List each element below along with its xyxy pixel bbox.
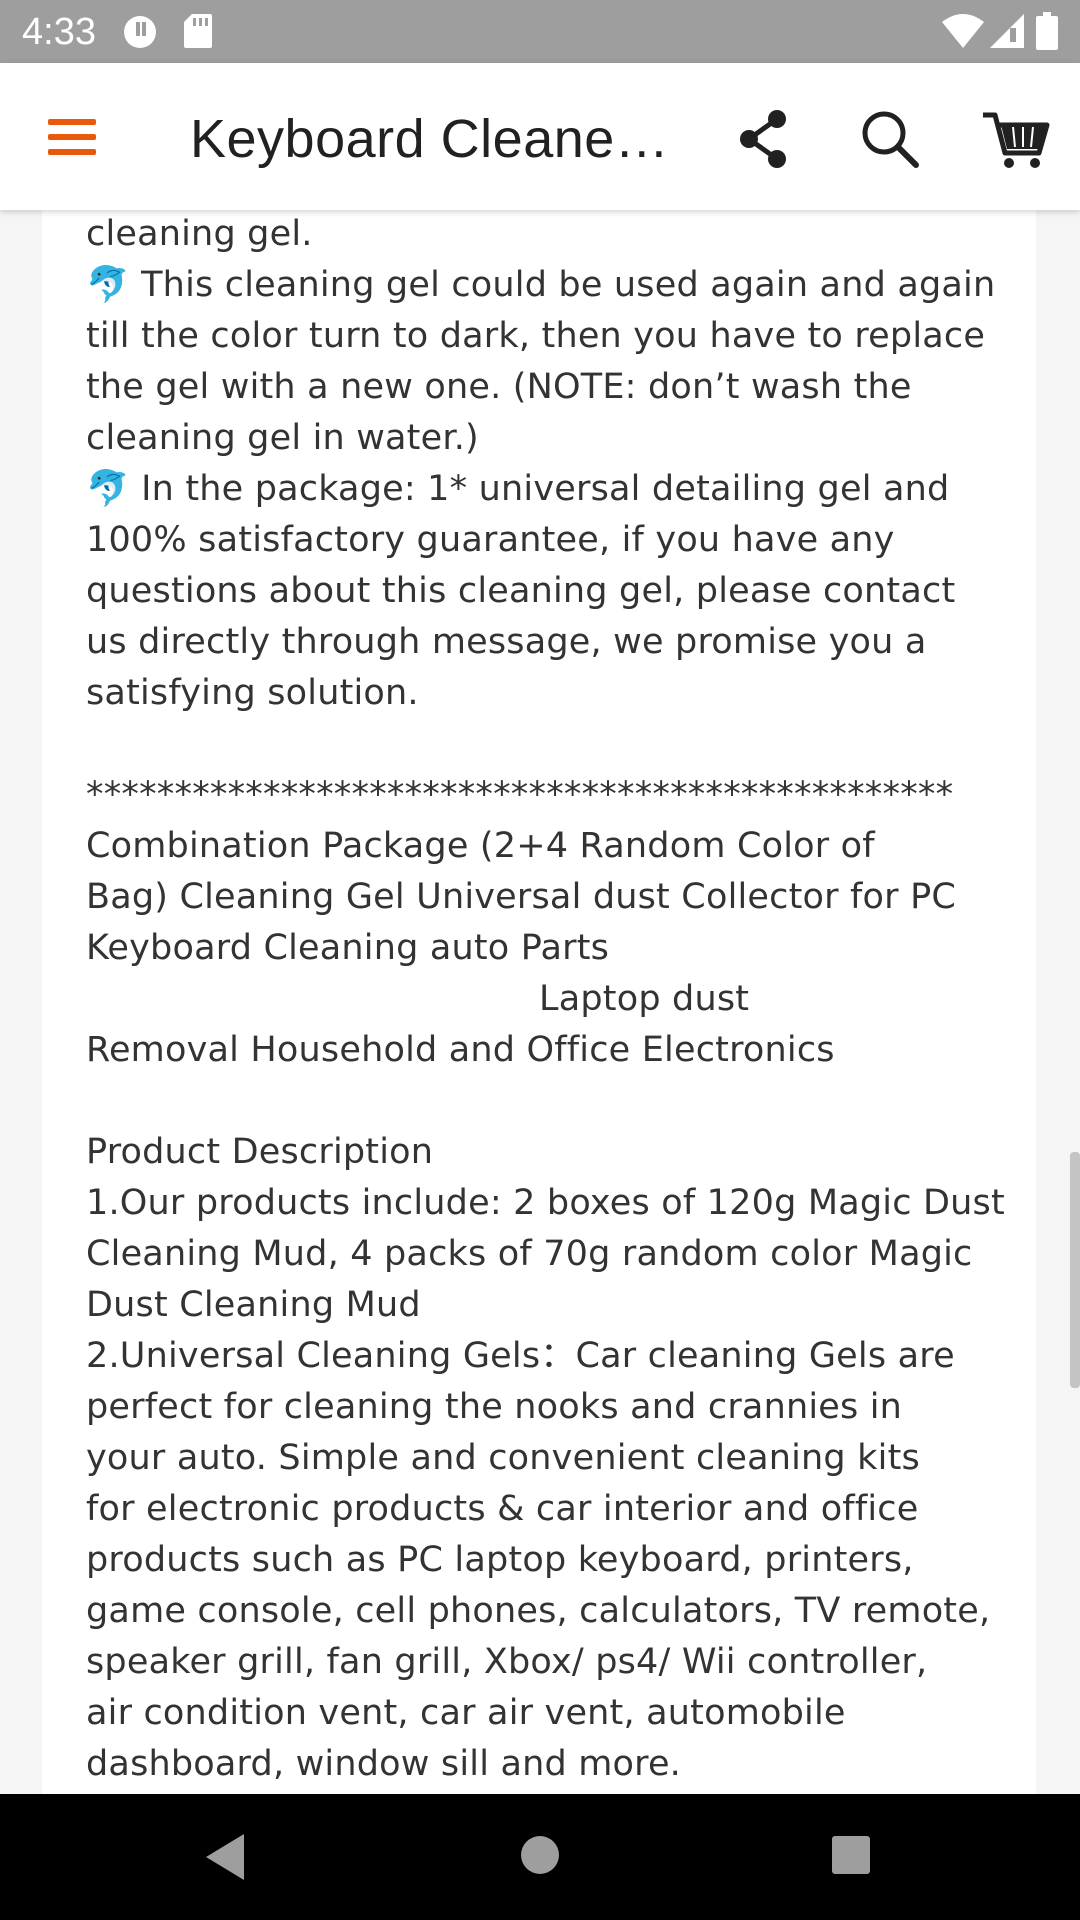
description-card: out, the dust would be carried away with… bbox=[42, 210, 1036, 1794]
share-icon bbox=[740, 110, 786, 168]
description-line: Laptop dust bbox=[86, 979, 750, 1019]
description-line: 100% satisfactory guarantee, if you have… bbox=[86, 520, 895, 560]
recents-icon[interactable] bbox=[830, 1834, 872, 1876]
wifi-icon bbox=[942, 14, 984, 48]
description-line: products such as PC laptop keyboard, pri… bbox=[86, 1540, 914, 1580]
navigation-bar bbox=[0, 1794, 1080, 1920]
cell-signal-icon bbox=[990, 14, 1024, 48]
description-line: perfect for cleaning the nooks and crann… bbox=[86, 1387, 903, 1427]
description-line: Product Description bbox=[86, 1132, 434, 1172]
description-line: questions about this cleaning gel, pleas… bbox=[86, 571, 956, 611]
description-line: for electronic products & car interior a… bbox=[86, 1489, 919, 1529]
status-bar: 4:33 bbox=[0, 0, 1080, 63]
description-line: dashboard, window sill and more. bbox=[86, 1744, 682, 1784]
description-line: Keyboard Cleaning auto Parts bbox=[86, 928, 610, 968]
description-line: air condition vent, car air vent, automo… bbox=[86, 1693, 846, 1733]
description-line: Combination Package (2+4 Random Color of bbox=[86, 826, 875, 866]
description-line: 🐬 In the package: 1* universal detailing… bbox=[86, 469, 950, 509]
description-line: your auto. Simple and convenient cleanin… bbox=[86, 1438, 920, 1478]
search-button[interactable] bbox=[850, 99, 930, 179]
back-icon[interactable] bbox=[200, 1830, 250, 1884]
description-line: the gel with a new one. (NOTE: don’t was… bbox=[86, 367, 912, 407]
scrollbar[interactable] bbox=[1070, 1152, 1080, 1388]
app-bar: Keyboard Cleaner Gel bbox=[0, 63, 1080, 210]
screen: 4:33 Keyboard Cleaner Gel cleaning gel. … bbox=[0, 0, 1080, 1920]
description-line: cleaning gel in water.) bbox=[86, 418, 479, 458]
share-button[interactable] bbox=[723, 99, 803, 179]
battery-icon bbox=[1036, 12, 1058, 50]
sd-card-icon bbox=[184, 14, 212, 48]
search-icon bbox=[862, 111, 919, 168]
menu-button[interactable] bbox=[30, 99, 116, 175]
description-line: Bag) Cleaning Gel Universal dust Collect… bbox=[86, 877, 957, 917]
description-line: Removal Household and Office Electronics bbox=[86, 1030, 835, 1070]
description-line: game console, cell phones, calculators, … bbox=[86, 1591, 991, 1631]
menu-icon bbox=[48, 119, 96, 155]
description-line: 2.Universal Cleaning Gels：Car cleaning G… bbox=[86, 1336, 955, 1376]
description-line: 1.Our products include: 2 boxes of 120g … bbox=[86, 1183, 1005, 1223]
description-text: out, the dust would be carried away with… bbox=[86, 210, 1016, 1790]
description-line: Cleaning Mud, 4 packs of 70g random colo… bbox=[86, 1234, 973, 1274]
description-line: speaker grill, fan grill, Xbox/ ps4/ Wii… bbox=[86, 1642, 928, 1682]
data-saver-icon bbox=[124, 16, 156, 48]
description-line: satisfying solution. bbox=[86, 673, 419, 713]
description-line: 🐬 This cleaning gel could be used again … bbox=[86, 265, 996, 305]
description-line bbox=[86, 1076, 1016, 1127]
description-line: till the color turn to dark, then you ha… bbox=[86, 316, 986, 356]
description-line bbox=[86, 719, 1016, 770]
description-line: cleaning gel. bbox=[86, 214, 313, 254]
page-title: Keyboard Cleaner Gel bbox=[190, 109, 680, 169]
home-icon[interactable] bbox=[519, 1834, 561, 1876]
description-line: us directly through message, we promise … bbox=[86, 622, 927, 662]
product-description-scroll[interactable]: out, the dust would be carried away with… bbox=[0, 210, 1080, 1794]
description-line: ****************************************… bbox=[86, 775, 954, 815]
status-time: 4:33 bbox=[22, 11, 96, 53]
cart-icon bbox=[983, 112, 1050, 168]
description-line: Dust Cleaning Mud bbox=[86, 1285, 421, 1325]
cart-button[interactable] bbox=[975, 99, 1055, 179]
